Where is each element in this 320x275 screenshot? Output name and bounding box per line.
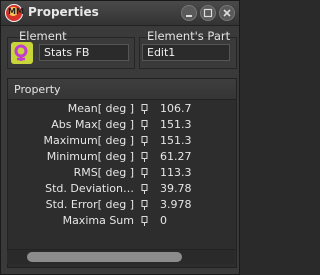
maximize-button[interactable] <box>200 5 216 21</box>
titlebar[interactable]: MM Properties <box>1 1 239 26</box>
property-value: 106.7 <box>160 102 192 115</box>
property-value: 39.78 <box>160 182 192 195</box>
property-row[interactable]: Maxima Sum 0 <box>8 213 236 229</box>
property-name: Abs Max[ deg ] <box>51 118 134 131</box>
pin-icon[interactable] <box>141 200 149 210</box>
property-name: Minimum[ deg ] <box>46 150 134 163</box>
property-value: 61.27 <box>160 150 192 163</box>
property-value: 151.3 <box>160 134 192 147</box>
close-button[interactable] <box>219 5 235 21</box>
property-name: Maxima Sum <box>62 214 134 227</box>
property-row[interactable]: Maximum[ deg ] 151.3 <box>8 133 236 149</box>
close-icon <box>223 9 231 17</box>
property-value: 151.3 <box>160 118 192 131</box>
property-value: 0 <box>160 214 167 227</box>
pin-icon[interactable] <box>141 120 149 130</box>
element-label: Element <box>19 29 67 43</box>
minimize-icon <box>186 15 192 17</box>
app-logo-icon: MM <box>5 4 24 22</box>
stats-fb-element-icon[interactable] <box>11 42 33 64</box>
property-name: Mean[ deg ] <box>67 102 134 115</box>
property-name: RMS[ deg ] <box>73 166 134 179</box>
pin-icon[interactable] <box>141 136 149 146</box>
property-row[interactable]: RMS[ deg ] 113.3 <box>8 165 236 181</box>
pin-icon[interactable] <box>141 216 149 226</box>
minimize-button[interactable] <box>181 5 197 21</box>
property-grid[interactable]: Property Mean[ deg ] 106.7 Abs Max[ deg ] 1… <box>7 78 237 268</box>
element-name-field[interactable]: Stats FB <box>39 44 129 61</box>
scrollbar-thumb[interactable] <box>27 252 182 262</box>
property-row[interactable]: Mean[ deg ] 106.7 <box>8 101 236 117</box>
property-column-header[interactable]: Property <box>8 79 236 100</box>
horizontal-scrollbar[interactable] <box>7 249 235 264</box>
window-title: Properties <box>28 5 99 19</box>
property-name: Std. Error[ deg ] <box>45 198 134 211</box>
property-row[interactable]: Minimum[ deg ] 61.27 <box>8 149 236 165</box>
property-row[interactable]: Std. Error[ deg ] 3.978 <box>8 197 236 213</box>
pin-icon[interactable] <box>141 104 149 114</box>
property-row[interactable]: Abs Max[ deg ] 151.3 <box>8 117 236 133</box>
element-part-label: Element's Part <box>147 29 231 43</box>
pin-icon[interactable] <box>141 152 149 162</box>
property-header-label: Property <box>14 83 61 96</box>
element-part-field[interactable]: Edit1 <box>142 44 230 61</box>
pin-icon[interactable] <box>141 184 149 194</box>
properties-window: MM Properties Element Stats FB Element's… <box>0 0 240 275</box>
maximize-icon <box>203 8 213 18</box>
property-value: 113.3 <box>160 166 192 179</box>
pin-icon[interactable] <box>141 168 149 178</box>
property-value: 3.978 <box>160 198 192 211</box>
property-name: Std. Deviation… <box>45 182 134 195</box>
property-name: Maximum[ deg ] <box>43 134 134 147</box>
property-row[interactable]: Std. Deviation… 39.78 <box>8 181 236 197</box>
stats-fb-icon-glyph <box>14 44 28 61</box>
